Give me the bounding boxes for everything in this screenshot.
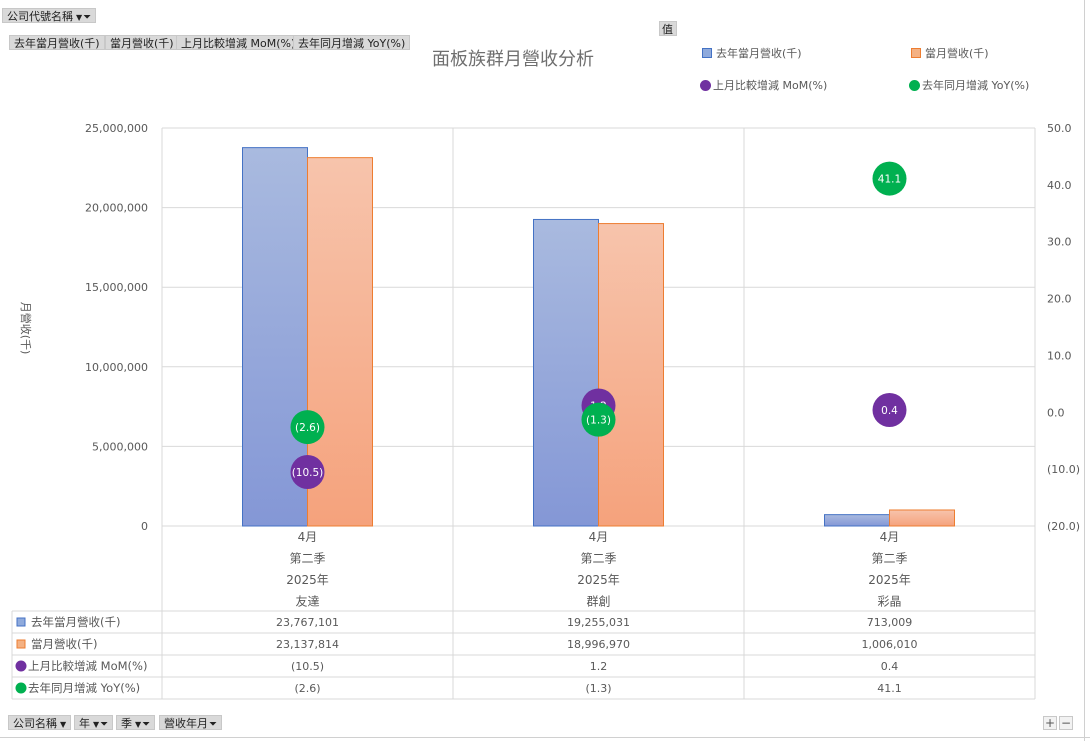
y-tick-label: 0 bbox=[141, 520, 148, 533]
category-label: 2025年 bbox=[286, 573, 329, 587]
y-axis-label: 月營收(千) bbox=[19, 302, 33, 355]
category-label: 友達 bbox=[295, 595, 319, 609]
table-row-header: 當月營收(千) bbox=[31, 637, 97, 651]
data-label: 0.4 bbox=[881, 405, 898, 417]
quarter-filter-button[interactable]: 季 ▼⏷ bbox=[116, 715, 156, 730]
filter-icon: ⏷ bbox=[100, 719, 109, 730]
legend-key-swatch bbox=[16, 639, 26, 649]
filter-label: 營收年月 bbox=[164, 717, 208, 730]
bar-last-year bbox=[533, 218, 599, 527]
table-cell: 23,137,814 bbox=[276, 638, 339, 651]
category-label: 4月 bbox=[589, 530, 609, 544]
legend-key-swatch bbox=[16, 617, 26, 627]
chevron-down-icon: ▼ bbox=[60, 720, 67, 729]
filter-label: 公司名稱 bbox=[13, 717, 57, 730]
table-row-header: 去年同月增減 YoY(%) bbox=[28, 681, 140, 695]
company-filter-button[interactable]: 公司名稱 ▼ bbox=[8, 715, 72, 730]
window-edge bbox=[0, 737, 1090, 738]
table-cell: (1.3) bbox=[585, 682, 611, 695]
y-tick-label: 10,000,000 bbox=[85, 361, 148, 374]
table-cell: 713,009 bbox=[867, 616, 913, 629]
y2-tick-label: 50.0 bbox=[1047, 122, 1072, 135]
category-label: 2025年 bbox=[868, 573, 911, 587]
filter-label: 季 bbox=[121, 717, 132, 730]
bar-current bbox=[889, 509, 955, 527]
revenue-month-filter-button[interactable]: 營收年月⏷ bbox=[159, 715, 222, 730]
y2-tick-label: 0.0 bbox=[1047, 406, 1065, 419]
table-cell: (10.5) bbox=[291, 660, 324, 673]
category-label: 第二季 bbox=[871, 552, 907, 566]
category-label: 2025年 bbox=[577, 573, 620, 587]
table-cell: 18,996,970 bbox=[567, 638, 630, 651]
legend-key-swatch bbox=[15, 682, 27, 694]
table-cell: 0.4 bbox=[881, 660, 899, 673]
table-cell: 19,255,031 bbox=[567, 616, 630, 629]
y-tick-label: 5,000,000 bbox=[92, 440, 148, 453]
table-cell: 1,006,010 bbox=[862, 638, 918, 651]
expand-field-button[interactable]: + bbox=[1043, 716, 1057, 730]
window-edge bbox=[1084, 0, 1090, 741]
data-label: (10.5) bbox=[292, 467, 324, 479]
filter-label: 年 bbox=[79, 717, 90, 730]
table-cell: 1.2 bbox=[590, 660, 608, 673]
y2-tick-label: 20.0 bbox=[1047, 293, 1072, 306]
pivot-chart[interactable]: 面板族群月營收分析 月營收(千) (10.5) 1.2 0.4 (2.6) (1.3) 4… bbox=[0, 0, 1090, 741]
data-label: 41.1 bbox=[878, 174, 901, 186]
bar-last-year bbox=[824, 514, 890, 527]
table-cell: (2.6) bbox=[294, 682, 320, 695]
filter-icon: ⏷ bbox=[209, 719, 217, 730]
y2-tick-label: 10.0 bbox=[1047, 349, 1072, 362]
collapse-field-button[interactable]: − bbox=[1059, 716, 1073, 730]
category-label: 第二季 bbox=[580, 552, 616, 566]
data-label: (2.6) bbox=[295, 422, 320, 434]
y2-tick-label: (10.0) bbox=[1047, 463, 1080, 476]
y-tick-label: 20,000,000 bbox=[85, 202, 148, 215]
bar-current bbox=[598, 223, 664, 527]
chart-title: 面板族群月營收分析 bbox=[432, 49, 594, 70]
y2-tick-label: 40.0 bbox=[1047, 179, 1072, 192]
table-row-header: 去年當月營收(千) bbox=[31, 615, 120, 629]
data-label: (1.3) bbox=[586, 415, 611, 427]
table-cell: 23,767,101 bbox=[276, 616, 339, 629]
y-tick-label: 25,000,000 bbox=[85, 122, 148, 135]
chevron-down-icon: ▼ bbox=[93, 720, 100, 729]
chevron-down-icon: ▼ bbox=[135, 720, 142, 729]
year-filter-button[interactable]: 年 ▼⏷ bbox=[74, 715, 114, 730]
category-label: 第二季 bbox=[289, 552, 325, 566]
category-label: 4月 bbox=[880, 530, 900, 544]
category-label: 彩晶 bbox=[877, 595, 901, 609]
y2-tick-label: 30.0 bbox=[1047, 236, 1072, 249]
category-label: 群創 bbox=[586, 595, 610, 609]
table-cell: 41.1 bbox=[877, 682, 902, 695]
y2-tick-label: (20.0) bbox=[1047, 520, 1080, 533]
category-label: 4月 bbox=[298, 530, 318, 544]
filter-icon: ⏷ bbox=[142, 719, 151, 730]
y-tick-label: 15,000,000 bbox=[85, 281, 148, 294]
legend-key-swatch bbox=[15, 660, 27, 672]
table-row-header: 上月比較增減 MoM(%) bbox=[28, 659, 147, 673]
